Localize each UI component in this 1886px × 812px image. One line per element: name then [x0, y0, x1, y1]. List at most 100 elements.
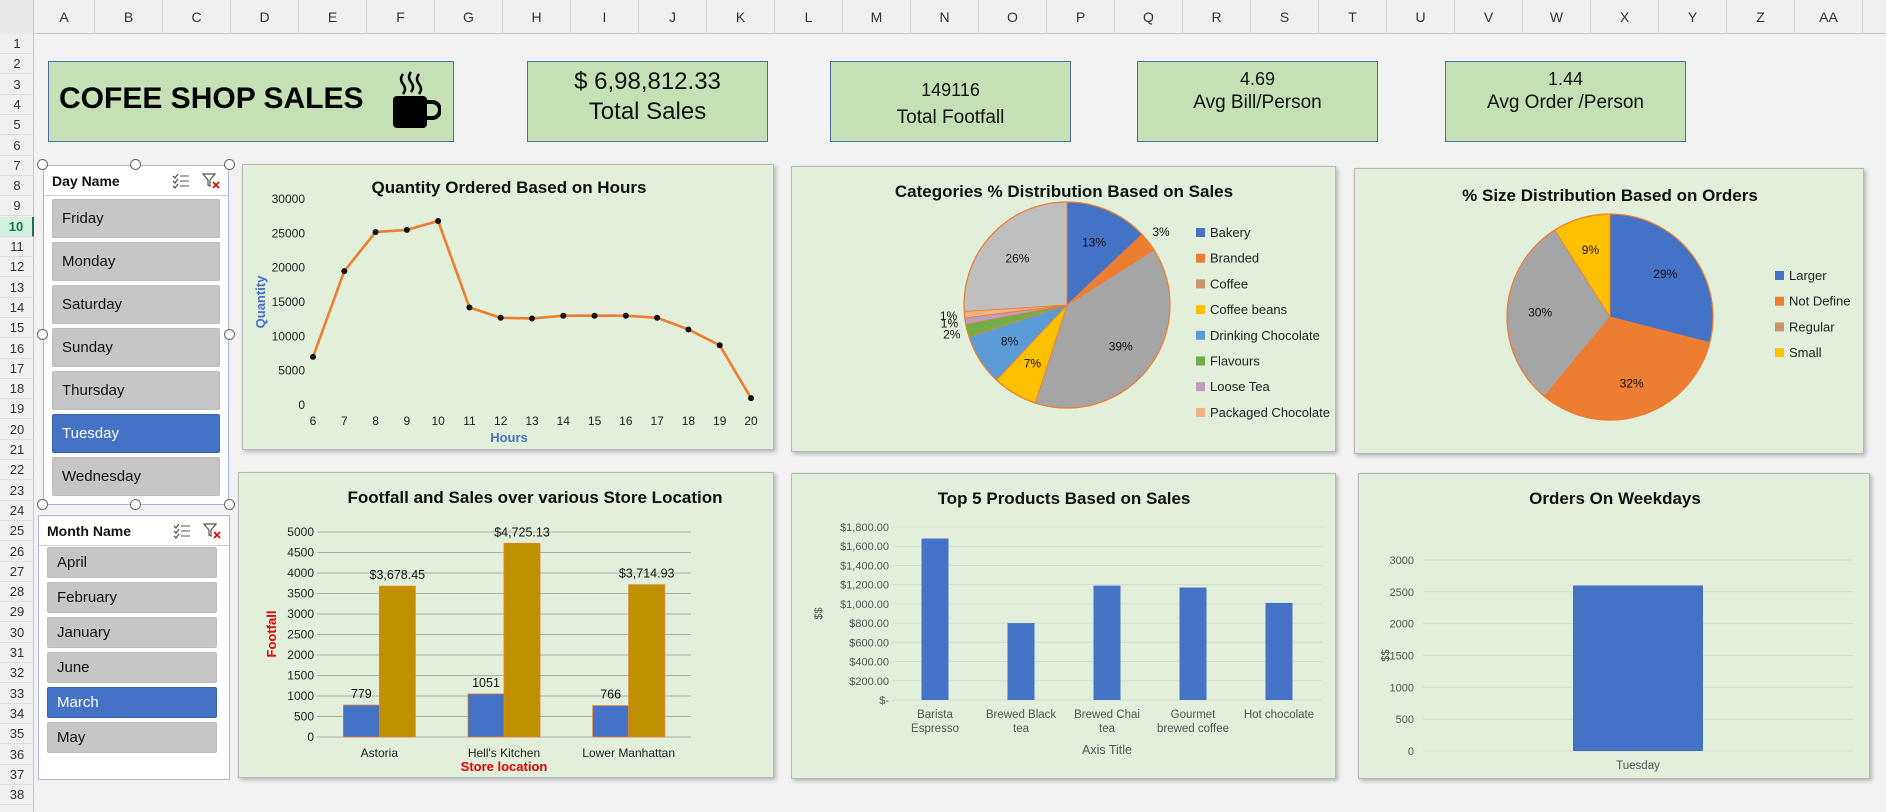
- day-name-slicer[interactable]: Day Name Friday Monday Saturday Sunday Thurs…: [43, 165, 229, 505]
- slicer-item-january[interactable]: January: [47, 617, 217, 648]
- column-header[interactable]: E: [299, 0, 367, 34]
- column-header[interactable]: X: [1591, 0, 1659, 34]
- resize-handle[interactable]: [130, 159, 141, 170]
- column-header[interactable]: K: [707, 0, 775, 34]
- row-header[interactable]: 31: [0, 643, 34, 663]
- slicer-item-april[interactable]: April: [47, 547, 217, 578]
- column-header[interactable]: V: [1455, 0, 1523, 34]
- clear-filter-icon[interactable]: [203, 523, 221, 539]
- row-header[interactable]: 34: [0, 704, 34, 724]
- resize-handle[interactable]: [37, 329, 48, 340]
- slicer-item-february[interactable]: February: [47, 582, 217, 613]
- column-header[interactable]: AA: [1795, 0, 1863, 34]
- column-header[interactable]: F: [367, 0, 435, 34]
- row-header[interactable]: 8: [0, 176, 34, 196]
- row-header[interactable]: 1: [0, 34, 34, 54]
- resize-handle[interactable]: [224, 159, 235, 170]
- column-header[interactable]: L: [775, 0, 843, 34]
- column-header[interactable]: P: [1047, 0, 1115, 34]
- slicer-item-monday[interactable]: Monday: [52, 242, 220, 281]
- row-header[interactable]: 15: [0, 318, 34, 338]
- row-header[interactable]: 17: [0, 359, 34, 379]
- row-header[interactable]: 14: [0, 298, 34, 318]
- row-header[interactable]: 38: [0, 785, 34, 805]
- slicer-item-wednesday[interactable]: Wednesday: [52, 457, 220, 496]
- row-header[interactable]: 23: [0, 481, 34, 501]
- row-header[interactable]: 4: [0, 95, 34, 115]
- resize-handle[interactable]: [224, 499, 235, 510]
- row-header[interactable]: 16: [0, 339, 34, 359]
- clear-filter-icon[interactable]: [202, 173, 220, 189]
- column-header[interactable]: C: [163, 0, 231, 34]
- row-header[interactable]: 12: [0, 257, 34, 277]
- row-header[interactable]: 19: [0, 399, 34, 419]
- column-header[interactable]: Y: [1659, 0, 1727, 34]
- row-header[interactable]: 2: [0, 54, 34, 74]
- row-header[interactable]: 7: [0, 156, 34, 176]
- slicer-item-tuesday[interactable]: Tuesday: [52, 414, 220, 453]
- resize-handle[interactable]: [37, 159, 48, 170]
- size-distribution-chart-panel[interactable]: % Size Distribution Based on Orders 29% 32…: [1354, 168, 1864, 454]
- row-header[interactable]: 30: [0, 623, 34, 643]
- row-header[interactable]: 11: [0, 237, 34, 257]
- row-header[interactable]: 9: [0, 196, 34, 216]
- select-all-corner[interactable]: [0, 0, 34, 34]
- row-header[interactable]: 37: [0, 765, 34, 785]
- row-header[interactable]: 33: [0, 684, 34, 704]
- column-header[interactable]: A: [34, 0, 95, 34]
- resize-handle[interactable]: [37, 499, 48, 510]
- column-header[interactable]: W: [1523, 0, 1591, 34]
- row-header[interactable]: 13: [0, 278, 34, 298]
- slicer-item-thursday[interactable]: Thursday: [52, 371, 220, 410]
- footfall-sales-location-chart-panel[interactable]: Footfall and Sales over various Store Lo…: [238, 472, 774, 778]
- column-header[interactable]: Q: [1115, 0, 1183, 34]
- slicer-item-march[interactable]: March: [47, 687, 217, 718]
- column-header[interactable]: R: [1183, 0, 1251, 34]
- row-header[interactable]: 35: [0, 724, 34, 744]
- month-name-slicer[interactable]: Month Name April February January June March…: [38, 515, 230, 780]
- column-header[interactable]: M: [843, 0, 911, 34]
- column-header[interactable]: G: [435, 0, 503, 34]
- column-header[interactable]: U: [1387, 0, 1455, 34]
- column-header[interactable]: N: [911, 0, 979, 34]
- row-header[interactable]: 29: [0, 602, 34, 622]
- slicer-item-friday[interactable]: Friday: [52, 199, 220, 238]
- row-header[interactable]: 10: [0, 217, 34, 237]
- slicer-item-june[interactable]: June: [47, 652, 217, 683]
- column-header[interactable]: D: [231, 0, 299, 34]
- top-products-chart-panel[interactable]: Top 5 Products Based on Sales $- $200.00 $4…: [791, 473, 1336, 779]
- column-header[interactable]: I: [571, 0, 639, 34]
- resize-handle[interactable]: [224, 329, 235, 340]
- column-header[interactable]: S: [1251, 0, 1319, 34]
- quantity-by-hours-chart-panel[interactable]: Quantity Ordered Based on Hours 0 5000 1000…: [242, 164, 774, 450]
- row-header[interactable]: 25: [0, 521, 34, 541]
- resize-handle[interactable]: [130, 499, 141, 510]
- row-header[interactable]: 21: [0, 440, 34, 460]
- orders-weekdays-chart-panel[interactable]: Orders On Weekdays 0 500 1000 1500 2000 2500 30…: [1358, 473, 1870, 808]
- row-header[interactable]: 20: [0, 420, 34, 440]
- row-header[interactable]: 27: [0, 562, 34, 582]
- row-header[interactable]: 18: [0, 379, 34, 399]
- column-header[interactable]: T: [1319, 0, 1387, 34]
- slicer-item-may[interactable]: May: [47, 722, 217, 753]
- column-header[interactable]: O: [979, 0, 1047, 34]
- row-header[interactable]: 6: [0, 136, 34, 156]
- column-header[interactable]: Z: [1727, 0, 1795, 34]
- row-header[interactable]: 22: [0, 460, 34, 480]
- categories-distribution-chart-panel[interactable]: Categories % Distribution Based on Sales…: [791, 166, 1336, 452]
- data-label: 779: [351, 687, 372, 701]
- row-header[interactable]: 28: [0, 582, 34, 602]
- multi-select-icon[interactable]: [172, 173, 190, 189]
- row-header[interactable]: 5: [0, 115, 34, 135]
- slicer-item-sunday[interactable]: Sunday: [52, 328, 220, 367]
- row-header[interactable]: 3: [0, 75, 34, 95]
- row-header[interactable]: 24: [0, 501, 34, 521]
- column-header[interactable]: H: [503, 0, 571, 34]
- column-header[interactable]: B: [95, 0, 163, 34]
- multi-select-icon[interactable]: [173, 523, 191, 539]
- row-header[interactable]: 32: [0, 663, 34, 683]
- row-header[interactable]: 26: [0, 542, 34, 562]
- slicer-item-saturday[interactable]: Saturday: [52, 285, 220, 324]
- column-header[interactable]: J: [639, 0, 707, 34]
- row-header[interactable]: 36: [0, 745, 34, 765]
